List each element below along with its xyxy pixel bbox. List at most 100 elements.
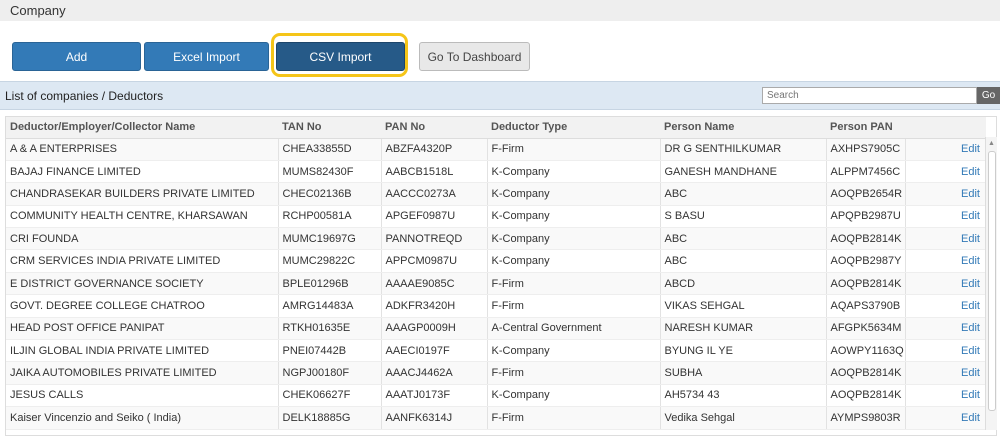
scrollbar-thumb[interactable] (988, 151, 996, 411)
go-to-dashboard-button[interactable]: Go To Dashboard (419, 42, 530, 71)
deductor-type-cell: K-Company (487, 205, 661, 229)
table-row: JESUS CALLS CHEK06627F AAATJ0173F K-Company… (6, 384, 986, 408)
search-go-button[interactable]: Go (977, 87, 1000, 104)
pan-cell: AANFK6314J (381, 406, 488, 430)
table-row: BAJAJ FINANCE LIMITED MUMS82430F AABCB1518… (6, 160, 986, 184)
person-pan-cell: AYMPS9803R (826, 406, 906, 430)
pan-cell: AAAGP0009H (381, 317, 488, 341)
person-name-cell: AH5734 43 (660, 384, 827, 408)
pan-cell: APPCM0987U (381, 249, 488, 273)
excel-import-button[interactable]: Excel Import (144, 42, 269, 71)
deductor-type-cell: K-Company (487, 182, 661, 206)
person-pan-cell: APQPB2987U (826, 205, 906, 229)
person-pan-cell: AOQPB2814K (826, 272, 906, 296)
person-name-cell: ABC (660, 227, 827, 251)
pan-cell: AAAAE9085C (381, 272, 488, 296)
edit-link[interactable]: Edit (905, 182, 986, 206)
column-header[interactable]: Person PAN (826, 117, 905, 139)
pan-cell: AAECI0197F (381, 339, 488, 363)
tan-cell: RTKH01635E (278, 317, 382, 341)
person-pan-cell: AOQPB2814K (826, 361, 906, 385)
person-pan-cell: AXHPS7905C (826, 138, 906, 161)
column-header[interactable]: Deductor Type (487, 117, 660, 139)
column-header[interactable]: PAN No (381, 117, 487, 139)
edit-link[interactable]: Edit (905, 317, 986, 341)
deductor-type-cell: F-Firm (487, 294, 661, 318)
person-name-cell: BYUNG IL YE (660, 339, 827, 363)
search-input[interactable] (762, 87, 977, 104)
panel-title: List of companies / Deductors (5, 89, 164, 103)
person-name-cell: S BASU (660, 205, 827, 229)
tan-cell: MUMS82430F (278, 160, 382, 184)
edit-link[interactable]: Edit (905, 160, 986, 184)
pan-cell: ABZFA4320P (381, 138, 488, 161)
edit-link[interactable]: Edit (905, 227, 986, 251)
deductor-type-cell: F-Firm (487, 138, 661, 161)
page-title: Company (10, 3, 66, 18)
deductor-name-cell: A & A ENTERPRISES (6, 138, 279, 161)
edit-link[interactable]: Edit (905, 339, 986, 363)
column-header[interactable]: Person Name (660, 117, 826, 139)
companies-table: Deductor/Employer/Collector Name TAN No PA… (5, 116, 997, 436)
table-row: CRI FOUNDA MUMC19697G PANNOTREQD K-Company A… (6, 227, 986, 251)
person-name-cell: DR G SENTHILKUMAR (660, 138, 827, 161)
edit-link[interactable]: Edit (905, 294, 986, 318)
table-row: JAIKA AUTOMOBILES PRIVATE LIMITED NGPJ001… (6, 361, 986, 385)
person-name-cell: GANESH MANDHANE (660, 160, 827, 184)
deductor-name-cell: JAIKA AUTOMOBILES PRIVATE LIMITED (6, 361, 279, 385)
table-row: COMMUNITY HEALTH CENTRE, KHARSAWAN RCHP00… (6, 205, 986, 229)
tan-cell: MUMC29822C (278, 249, 382, 273)
deductor-type-cell: K-Company (487, 160, 661, 184)
person-name-cell: NARESH KUMAR (660, 317, 827, 341)
column-header[interactable]: Deductor/Employer/Collector Name (6, 117, 278, 139)
pan-cell: ADKFR3420H (381, 294, 488, 318)
edit-link[interactable]: Edit (905, 406, 986, 430)
person-pan-cell: ALPPM7456C (826, 160, 906, 184)
tan-cell: PNEI07442B (278, 339, 382, 363)
deductor-type-cell: K-Company (487, 339, 661, 363)
edit-link[interactable]: Edit (905, 249, 986, 273)
tan-cell: MUMC19697G (278, 227, 382, 251)
person-pan-cell: AOQPB2987Y (826, 249, 906, 273)
deductor-name-cell: JESUS CALLS (6, 384, 279, 408)
deductor-type-cell: F-Firm (487, 406, 661, 430)
tan-cell: CHEC02136B (278, 182, 382, 206)
add-button[interactable]: Add (12, 42, 141, 71)
deductor-name-cell: CRI FOUNDA (6, 227, 279, 251)
edit-link[interactable]: Edit (905, 361, 986, 385)
pan-cell: AABCB1518L (381, 160, 488, 184)
deductor-type-cell: K-Company (487, 384, 661, 408)
deductor-name-cell: E DISTRICT GOVERNANCE SOCIETY (6, 272, 279, 296)
deductor-name-cell: ILJIN GLOBAL INDIA PRIVATE LIMITED (6, 339, 279, 363)
edit-link[interactable]: Edit (905, 384, 986, 408)
table-row: E DISTRICT GOVERNANCE SOCIETY BPLE01296B A… (6, 272, 986, 296)
tan-cell: CHEA33855D (278, 138, 382, 161)
deductor-type-cell: K-Company (487, 227, 661, 251)
page-header: Company (0, 0, 1000, 21)
edit-link[interactable]: Edit (905, 138, 986, 161)
deductor-type-cell: F-Firm (487, 361, 661, 385)
person-name-cell: Vedika Sehgal (660, 406, 827, 430)
csv-import-button[interactable]: CSV Import (276, 42, 405, 71)
tan-cell: AMRG14483A (278, 294, 382, 318)
edit-link[interactable]: Edit (905, 272, 986, 296)
person-pan-cell: AOWPY1163Q (826, 339, 906, 363)
tan-cell: DELK18885G (278, 406, 382, 430)
pan-cell: AAACJ4462A (381, 361, 488, 385)
deductor-name-cell: COMMUNITY HEALTH CENTRE, KHARSAWAN (6, 205, 279, 229)
table-row: ILJIN GLOBAL INDIA PRIVATE LIMITED PNEI07… (6, 339, 986, 363)
column-header[interactable]: TAN No (278, 117, 381, 139)
scroll-up-arrow-icon[interactable]: ▲ (988, 140, 995, 147)
tan-cell: CHEK06627F (278, 384, 382, 408)
deductor-name-cell: HEAD POST OFFICE PANIPAT (6, 317, 279, 341)
person-pan-cell: AOQPB2814K (826, 384, 906, 408)
deductor-name-cell: CRM SERVICES INDIA PRIVATE LIMITED (6, 249, 279, 273)
person-name-cell: SUBHA (660, 361, 827, 385)
deductor-type-cell: F-Firm (487, 272, 661, 296)
table-row: CHANDRASEKAR BUILDERS PRIVATE LIMITED CHE… (6, 182, 986, 206)
edit-link[interactable]: Edit (905, 205, 986, 229)
table-scrollbar[interactable]: ▲ (985, 137, 997, 430)
table-row: Kaiser Vincenzio and Seiko ( India) DELK1… (6, 406, 986, 430)
deductor-type-cell: A-Central Government (487, 317, 661, 341)
column-header[interactable] (905, 117, 986, 139)
